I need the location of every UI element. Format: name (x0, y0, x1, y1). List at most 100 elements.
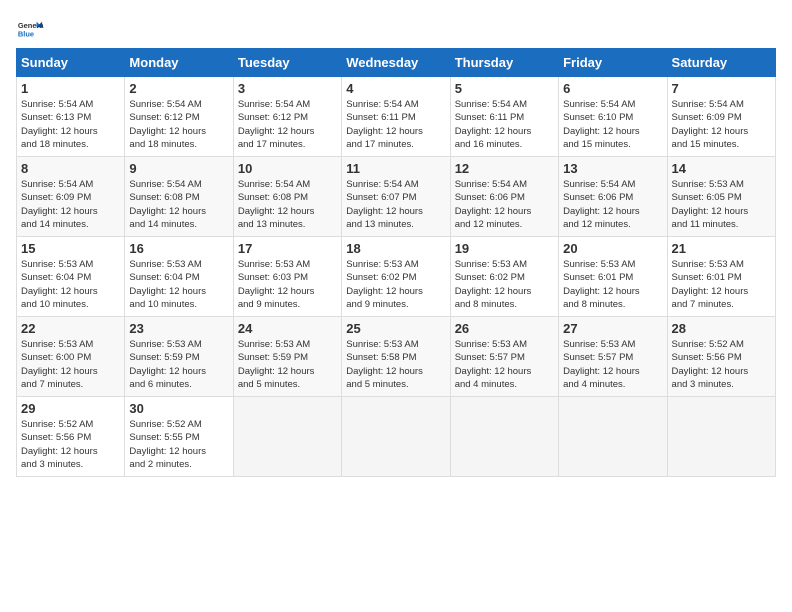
calendar-cell: 20Sunrise: 5:53 AM Sunset: 6:01 PM Dayli… (559, 237, 667, 317)
calendar-cell: 1 Sunrise: 5:54 AM Sunset: 6:13 PM Daylig… (17, 77, 125, 157)
day-number: 19 (455, 241, 554, 256)
calendar-week-2: 8 Sunrise: 5:54 AM Sunset: 6:09 PM Daylig… (17, 157, 776, 237)
cell-info: Sunrise: 5:54 AM Sunset: 6:11 PM Dayligh… (346, 98, 445, 151)
calendar-cell: 24 Sunrise: 5:53 AM Sunset: 5:59 PM Dayli… (233, 317, 341, 397)
calendar-cell (559, 397, 667, 477)
day-number: 15 (21, 241, 120, 256)
logo-icon: General Blue (16, 16, 44, 44)
cell-info: Sunrise: 5:52 AM Sunset: 5:55 PM Dayligh… (129, 418, 228, 471)
calendar-cell: 17Sunrise: 5:53 AM Sunset: 6:03 PM Dayli… (233, 237, 341, 317)
day-number: 13 (563, 161, 662, 176)
day-number: 9 (129, 161, 228, 176)
calendar-week-3: 15 Sunrise: 5:53 AM Sunset: 6:04 PM Dayli… (17, 237, 776, 317)
calendar-table: SundayMondayTuesdayWednesdayThursdayFrid… (16, 48, 776, 477)
calendar-cell: 9Sunrise: 5:54 AM Sunset: 6:08 PM Daylig… (125, 157, 233, 237)
cell-info: Sunrise: 5:53 AM Sunset: 6:00 PM Dayligh… (21, 338, 120, 391)
logo: General Blue (16, 16, 48, 44)
day-number: 25 (346, 321, 445, 336)
calendar-cell: 26Sunrise: 5:53 AM Sunset: 5:57 PM Dayli… (450, 317, 558, 397)
calendar-cell: 30 Sunrise: 5:52 AM Sunset: 5:55 PM Dayli… (125, 397, 233, 477)
day-number: 12 (455, 161, 554, 176)
calendar-cell: 2Sunrise: 5:54 AM Sunset: 6:12 PM Daylig… (125, 77, 233, 157)
day-header-saturday: Saturday (667, 49, 775, 77)
cell-info: Sunrise: 5:52 AM Sunset: 5:56 PM Dayligh… (672, 338, 771, 391)
day-number: 23 (129, 321, 228, 336)
cell-info: Sunrise: 5:53 AM Sunset: 6:01 PM Dayligh… (672, 258, 771, 311)
cell-info: Sunrise: 5:53 AM Sunset: 5:59 PM Dayligh… (238, 338, 337, 391)
day-number: 11 (346, 161, 445, 176)
calendar-week-1: 1 Sunrise: 5:54 AM Sunset: 6:13 PM Daylig… (17, 77, 776, 157)
cell-info: Sunrise: 5:53 AM Sunset: 5:57 PM Dayligh… (563, 338, 662, 391)
cell-info: Sunrise: 5:53 AM Sunset: 5:58 PM Dayligh… (346, 338, 445, 391)
calendar-cell: 5 Sunrise: 5:54 AM Sunset: 6:11 PM Daylig… (450, 77, 558, 157)
cell-info: Sunrise: 5:54 AM Sunset: 6:09 PM Dayligh… (21, 178, 120, 231)
cell-info: Sunrise: 5:53 AM Sunset: 5:59 PM Dayligh… (129, 338, 228, 391)
day-number: 21 (672, 241, 771, 256)
day-number: 29 (21, 401, 120, 416)
cell-info: Sunrise: 5:54 AM Sunset: 6:12 PM Dayligh… (238, 98, 337, 151)
cell-info: Sunrise: 5:53 AM Sunset: 6:02 PM Dayligh… (346, 258, 445, 311)
day-number: 6 (563, 81, 662, 96)
day-number: 30 (129, 401, 228, 416)
calendar-cell: 21 Sunrise: 5:53 AM Sunset: 6:01 PM Dayli… (667, 237, 775, 317)
calendar-cell: 13 Sunrise: 5:54 AM Sunset: 6:06 PM Dayli… (559, 157, 667, 237)
calendar-week-4: 22 Sunrise: 5:53 AM Sunset: 6:00 PM Dayli… (17, 317, 776, 397)
cell-info: Sunrise: 5:54 AM Sunset: 6:11 PM Dayligh… (455, 98, 554, 151)
calendar-cell: 6 Sunrise: 5:54 AM Sunset: 6:10 PM Daylig… (559, 77, 667, 157)
calendar-cell: 19 Sunrise: 5:53 AM Sunset: 6:02 PM Dayli… (450, 237, 558, 317)
cell-info: Sunrise: 5:54 AM Sunset: 6:09 PM Dayligh… (672, 98, 771, 151)
calendar-cell: 27 Sunrise: 5:53 AM Sunset: 5:57 PM Dayli… (559, 317, 667, 397)
calendar-cell: 11Sunrise: 5:54 AM Sunset: 6:07 PM Dayli… (342, 157, 450, 237)
day-number: 5 (455, 81, 554, 96)
cell-info: Sunrise: 5:53 AM Sunset: 6:05 PM Dayligh… (672, 178, 771, 231)
calendar-cell: 15 Sunrise: 5:53 AM Sunset: 6:04 PM Dayli… (17, 237, 125, 317)
calendar-cell: 4 Sunrise: 5:54 AM Sunset: 6:11 PM Daylig… (342, 77, 450, 157)
calendar-cell (450, 397, 558, 477)
day-header-wednesday: Wednesday (342, 49, 450, 77)
calendar-cell: 28 Sunrise: 5:52 AM Sunset: 5:56 PM Dayli… (667, 317, 775, 397)
day-number: 24 (238, 321, 337, 336)
calendar-cell: 10Sunrise: 5:54 AM Sunset: 6:08 PM Dayli… (233, 157, 341, 237)
cell-info: Sunrise: 5:54 AM Sunset: 6:12 PM Dayligh… (129, 98, 228, 151)
calendar-cell: 18 Sunrise: 5:53 AM Sunset: 6:02 PM Dayli… (342, 237, 450, 317)
cell-info: Sunrise: 5:54 AM Sunset: 6:06 PM Dayligh… (563, 178, 662, 231)
day-number: 3 (238, 81, 337, 96)
cell-info: Sunrise: 5:53 AM Sunset: 6:04 PM Dayligh… (129, 258, 228, 311)
calendar-cell (667, 397, 775, 477)
day-number: 27 (563, 321, 662, 336)
day-number: 10 (238, 161, 337, 176)
calendar-cell (342, 397, 450, 477)
day-number: 4 (346, 81, 445, 96)
cell-info: Sunrise: 5:53 AM Sunset: 6:04 PM Dayligh… (21, 258, 120, 311)
day-header-sunday: Sunday (17, 49, 125, 77)
day-header-tuesday: Tuesday (233, 49, 341, 77)
cell-info: Sunrise: 5:53 AM Sunset: 6:02 PM Dayligh… (455, 258, 554, 311)
calendar-cell: 23 Sunrise: 5:53 AM Sunset: 5:59 PM Dayli… (125, 317, 233, 397)
day-number: 8 (21, 161, 120, 176)
day-number: 22 (21, 321, 120, 336)
cell-info: Sunrise: 5:54 AM Sunset: 6:06 PM Dayligh… (455, 178, 554, 231)
day-number: 7 (672, 81, 771, 96)
svg-text:Blue: Blue (18, 30, 34, 39)
calendar-cell: 12 Sunrise: 5:54 AM Sunset: 6:06 PM Dayli… (450, 157, 558, 237)
day-header-monday: Monday (125, 49, 233, 77)
calendar-cell: 22 Sunrise: 5:53 AM Sunset: 6:00 PM Dayli… (17, 317, 125, 397)
cell-info: Sunrise: 5:52 AM Sunset: 5:56 PM Dayligh… (21, 418, 120, 471)
day-number: 16 (129, 241, 228, 256)
cell-info: Sunrise: 5:54 AM Sunset: 6:10 PM Dayligh… (563, 98, 662, 151)
calendar-cell: 8 Sunrise: 5:54 AM Sunset: 6:09 PM Daylig… (17, 157, 125, 237)
day-header-friday: Friday (559, 49, 667, 77)
day-number: 28 (672, 321, 771, 336)
day-number: 18 (346, 241, 445, 256)
calendar-cell: 14Sunrise: 5:53 AM Sunset: 6:05 PM Dayli… (667, 157, 775, 237)
calendar-cell: 3 Sunrise: 5:54 AM Sunset: 6:12 PM Daylig… (233, 77, 341, 157)
calendar-cell: 7 Sunrise: 5:54 AM Sunset: 6:09 PM Daylig… (667, 77, 775, 157)
calendar-cell (233, 397, 341, 477)
day-number: 1 (21, 81, 120, 96)
cell-info: Sunrise: 5:54 AM Sunset: 6:13 PM Dayligh… (21, 98, 120, 151)
calendar-cell: 29 Sunrise: 5:52 AM Sunset: 5:56 PM Dayli… (17, 397, 125, 477)
day-header-thursday: Thursday (450, 49, 558, 77)
day-number: 26 (455, 321, 554, 336)
day-number: 17 (238, 241, 337, 256)
cell-info: Sunrise: 5:53 AM Sunset: 6:01 PM Dayligh… (563, 258, 662, 311)
